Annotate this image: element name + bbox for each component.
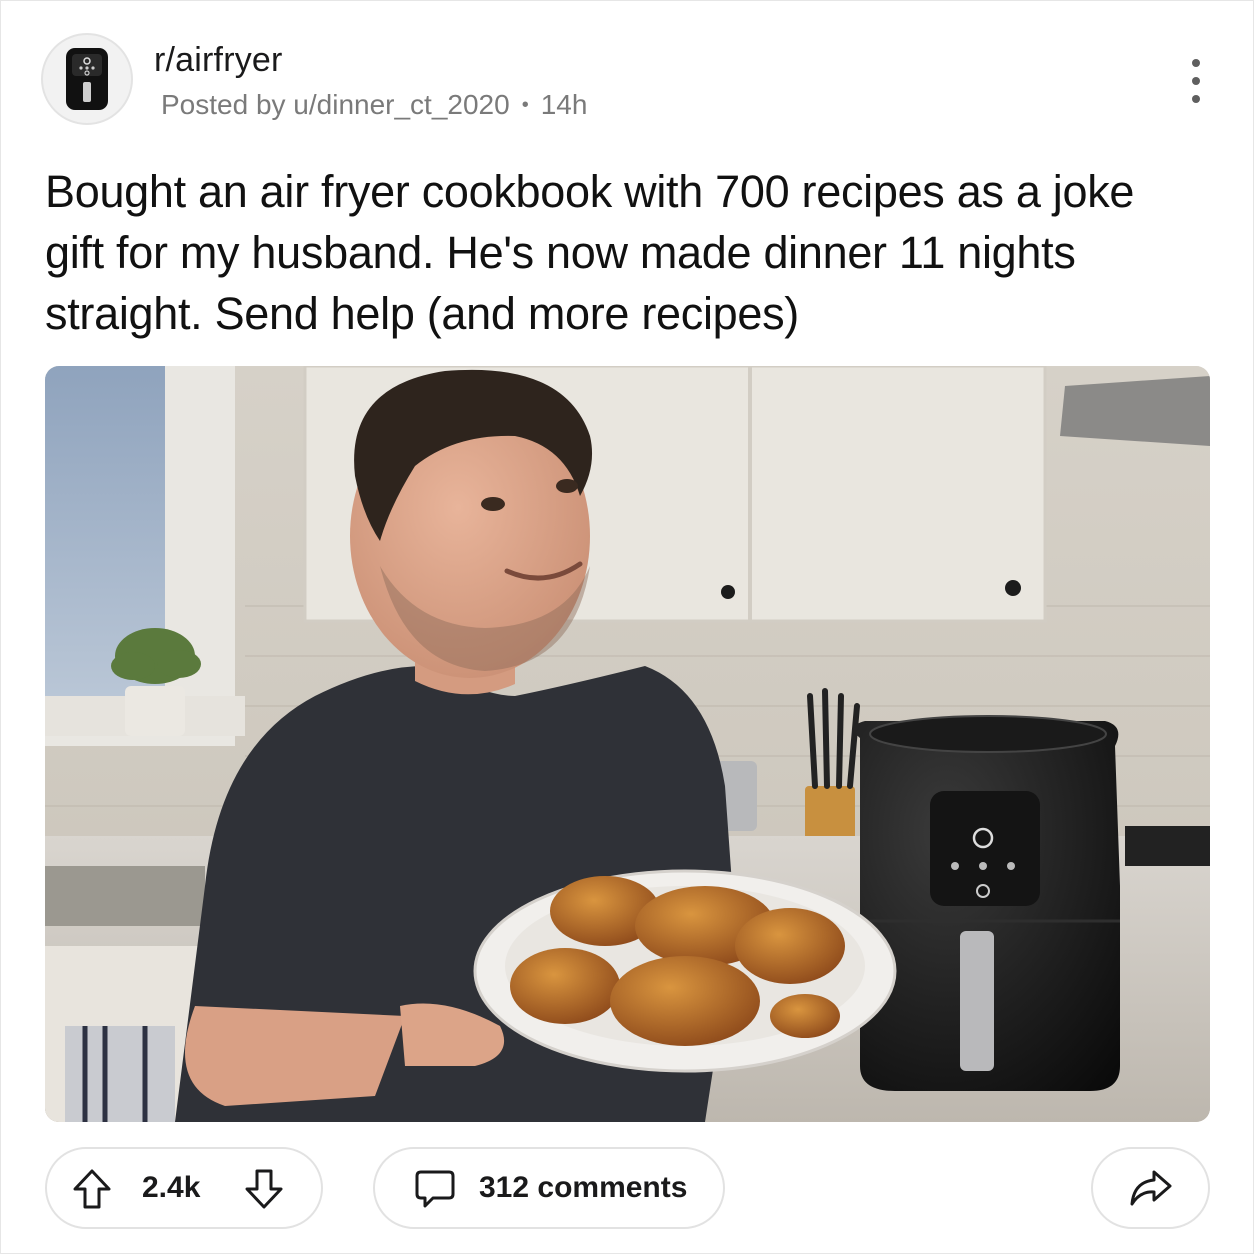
share-button[interactable] <box>1091 1147 1210 1229</box>
comment-bubble-icon <box>415 1170 455 1208</box>
post-age: 14h <box>540 89 588 120</box>
air-fryer-icon <box>66 48 108 110</box>
post-author[interactable]: Posted by u/dinner_ct_2020 <box>161 89 510 121</box>
kitchen-photo <box>45 366 1210 1122</box>
subreddit-avatar[interactable] <box>41 33 133 125</box>
comments-count: 312 comments <box>479 1171 688 1204</box>
more-vertical-icon <box>1192 59 1200 67</box>
vote-bar: 2.4k <box>45 1147 323 1229</box>
post-image[interactable] <box>45 366 1210 1122</box>
subreddit-name[interactable]: r/airfryer <box>154 41 283 80</box>
post-card: r/airfryer Posted by u/dinner_ct_2020 • … <box>0 0 1254 1254</box>
arrow-up-icon[interactable] <box>71 1167 113 1211</box>
arrow-down-icon[interactable] <box>243 1167 285 1211</box>
post-meta: Posted by u/dinner_ct_2020 • 14h <box>161 89 587 121</box>
share-arrow-icon <box>1130 1170 1171 1206</box>
vote-score: 2.4k <box>142 1171 201 1204</box>
meta-separator: • <box>521 93 529 116</box>
post-title[interactable]: Bought an air fryer cookbook with 700 re… <box>45 161 1165 344</box>
comments-button[interactable]: 312 comments <box>373 1147 725 1229</box>
more-options-button[interactable] <box>1176 59 1216 103</box>
